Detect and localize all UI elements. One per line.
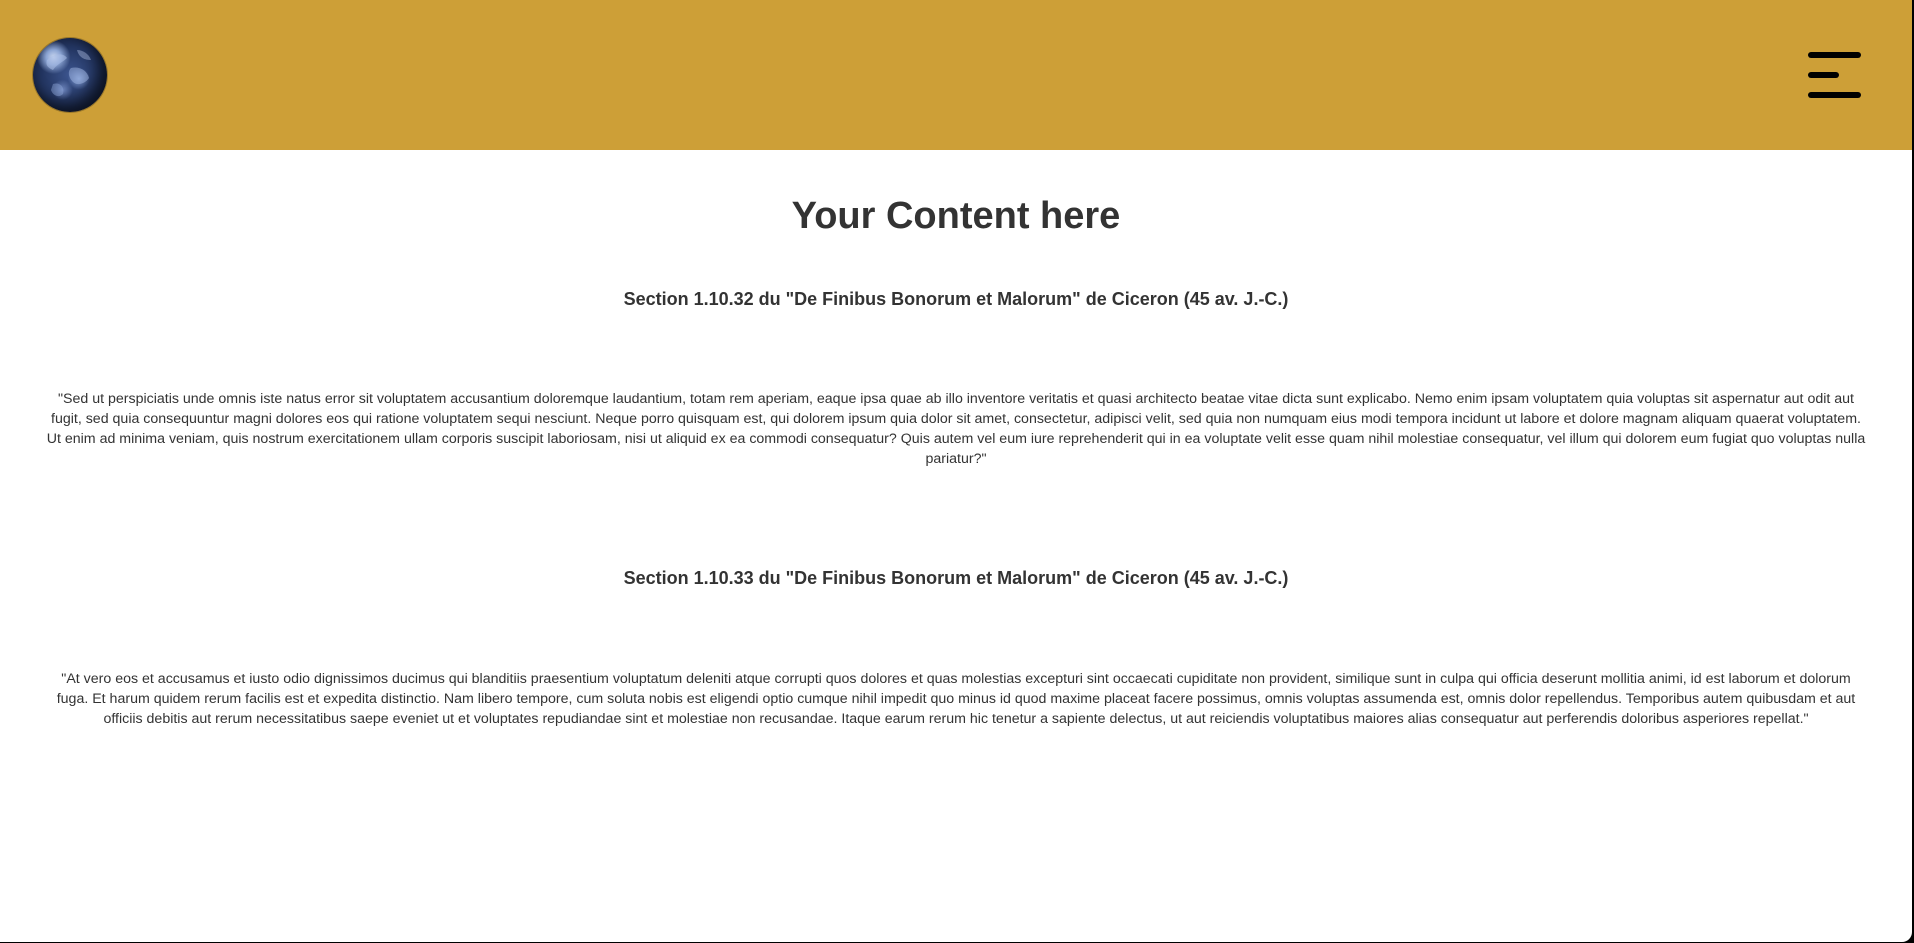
section-heading-2: Section 1.10.33 du "De Finibus Bonorum e… [623,568,1289,588]
menu-bar-bottom [1808,92,1861,98]
menu-bar-middle [1808,72,1839,78]
section-heading-1: Section 1.10.32 du "De Finibus Bonorum e… [623,289,1289,309]
section-text-2: "At vero eos et accusamus et iusto odio … [56,671,1856,727]
globe-continents-graphic [46,50,91,97]
hamburger-menu-icon[interactable] [1805,50,1863,100]
browser-page: Your Content here Section 1.10.32 du "De… [0,0,1912,942]
earth-globe-icon[interactable] [33,38,107,112]
menu-bar-top [1808,52,1861,58]
site-header [0,0,1912,150]
section-text-1: "Sed ut perspiciatis unde omnis iste nat… [46,391,1866,467]
page-title: Your Content here [791,195,1121,237]
